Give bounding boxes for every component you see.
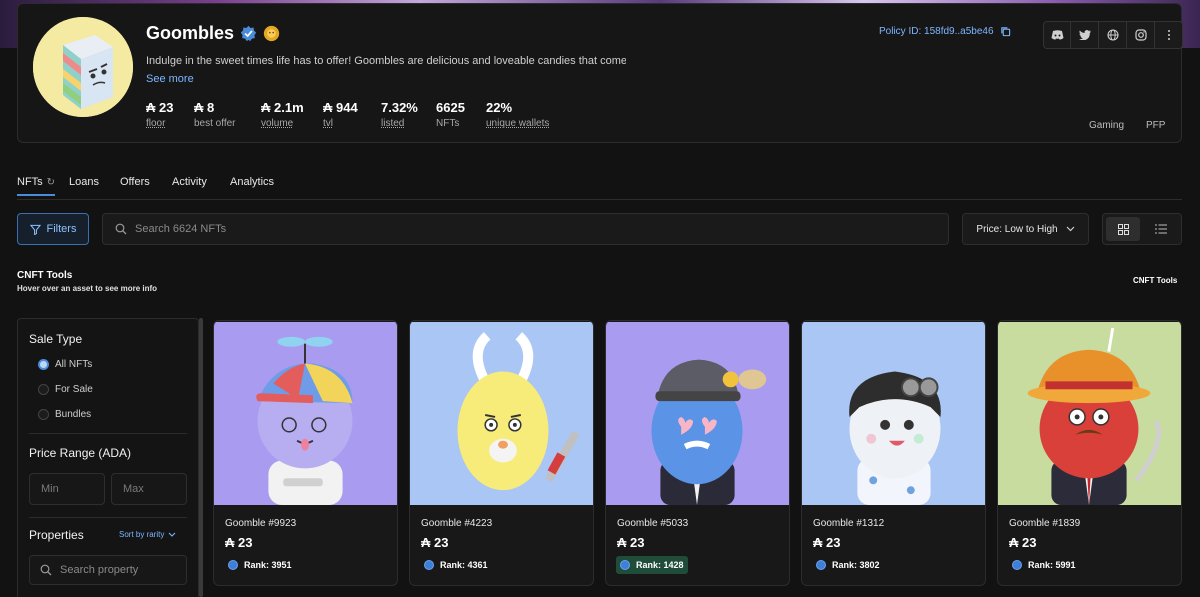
chevron-down-icon: [168, 532, 176, 537]
nft-name: Goomble #1839: [1009, 518, 1081, 529]
search-input[interactable]: [135, 223, 915, 235]
properties-title: Properties: [29, 528, 84, 542]
radio-dot: [38, 409, 49, 420]
stat-tvl: ₳ 944 tvl: [323, 100, 358, 129]
instagram-icon[interactable]: [1127, 21, 1155, 49]
rank-icon: [228, 560, 238, 570]
sort-dropdown[interactable]: Price: Low to High: [962, 213, 1089, 245]
see-more-link[interactable]: See more: [146, 73, 194, 85]
search-icon: [40, 564, 52, 576]
collection-header: Goombles Indulge in the sweet times life…: [17, 3, 1183, 143]
sort-by-rarity[interactable]: Sort by rarity: [119, 530, 176, 539]
nft-rank: Rank: 1428: [616, 556, 688, 574]
collection-name: Goombles: [146, 23, 235, 43]
divider: [29, 433, 187, 434]
cnft-tools-link[interactable]: CNFT Tools: [1133, 276, 1177, 285]
sale-type-title: Sale Type: [29, 332, 83, 346]
stat-nfts: 6625 NFTs: [436, 100, 465, 129]
more-icon[interactable]: [1155, 21, 1183, 49]
stat-floor: ₳ 23 floor: [146, 100, 174, 129]
stat-listed: 7.32% listed: [381, 100, 418, 129]
tab-loans[interactable]: Loans: [69, 176, 99, 188]
search-icon: [115, 223, 127, 235]
filter-icon: [29, 224, 41, 235]
nft-name: Goomble #1312: [813, 518, 885, 529]
nft-rank: Rank: 3951: [224, 556, 296, 574]
tab-nfts[interactable]: NFTs ↻: [17, 176, 56, 196]
cnft-tools-subtitle: Hover over an asset to see more info: [17, 284, 158, 293]
list-view-icon[interactable]: [1144, 217, 1178, 241]
nft-price: ₳ 23: [225, 535, 253, 550]
nft-name: Goomble #4223: [421, 518, 493, 529]
radio-bundles[interactable]: Bundles: [38, 409, 91, 420]
globe-icon[interactable]: [1099, 21, 1127, 49]
rank-icon: [1012, 560, 1022, 570]
nft-image: [802, 321, 985, 506]
nft-rank: Rank: 3802: [812, 556, 884, 574]
grid-view-icon[interactable]: [1106, 217, 1140, 241]
view-toggle: [1102, 213, 1182, 245]
rank-icon: [816, 560, 826, 570]
nft-rank: Rank: 4361: [420, 556, 492, 574]
price-range-title: Price Range (ADA): [29, 446, 132, 460]
cnft-tools-title: CNFT Tools: [17, 270, 73, 281]
collection-avatar: [33, 17, 133, 117]
nft-card[interactable]: Goomble #5033 ₳ 23 Rank: 1428: [605, 320, 790, 586]
nft-image: [214, 321, 397, 506]
collection-description: Indulge in the sweet times life has to o…: [146, 55, 626, 67]
tab-analytics[interactable]: Analytics: [230, 176, 274, 188]
radio-dot: [38, 359, 49, 370]
policy-id-text: Policy ID: 158fd9..a5be46: [879, 26, 994, 37]
nft-rank: Rank: 5991: [1008, 556, 1080, 574]
nft-search[interactable]: [102, 213, 949, 245]
nft-price: ₳ 23: [1009, 535, 1037, 550]
nft-name: Goomble #5033: [617, 518, 689, 529]
policy-id[interactable]: Policy ID: 158fd9..a5be46: [879, 26, 1011, 37]
nft-image: [998, 321, 1181, 506]
filter-sidebar: Sale Type All NFTs For Sale Bundles Pric…: [17, 318, 199, 597]
property-search[interactable]: Search property: [29, 555, 187, 585]
tag-gaming[interactable]: Gaming: [1089, 120, 1124, 131]
price-min-input[interactable]: Min: [29, 473, 105, 505]
tag-pfp[interactable]: PFP: [1146, 120, 1165, 131]
nft-price: ₳ 23: [421, 535, 449, 550]
sidebar-scrollbar[interactable]: [199, 318, 203, 597]
stat-best-offer: ₳ 8 best offer: [194, 100, 236, 129]
discord-icon[interactable]: [1043, 21, 1071, 49]
nft-card[interactable]: Goomble #1839 ₳ 23 Rank: 5991: [997, 320, 1182, 586]
radio-dot: [38, 384, 49, 395]
stat-volume: ₳ 2.1m volume: [261, 100, 304, 129]
divider: [29, 517, 187, 518]
rank-icon: [620, 560, 630, 570]
nft-card[interactable]: Goomble #9923 ₳ 23 Rank: 3951: [213, 320, 398, 586]
tab-bar: NFTs ↻ Loans Offers Activity Analytics: [17, 172, 1182, 200]
rank-icon: [424, 560, 434, 570]
nft-card[interactable]: Goomble #4223 ₳ 23 Rank: 4361: [409, 320, 594, 586]
nft-image: [410, 321, 593, 506]
collection-tags: Gaming PFP: [1089, 120, 1165, 131]
nft-price: ₳ 23: [617, 535, 645, 550]
filters-button[interactable]: Filters: [17, 213, 89, 245]
chevron-down-icon: [1066, 226, 1075, 232]
tab-offers[interactable]: Offers: [120, 176, 150, 188]
radio-all-nfts[interactable]: All NFTs: [38, 359, 92, 370]
radio-for-sale[interactable]: For Sale: [38, 384, 93, 395]
tab-activity[interactable]: Activity: [172, 176, 207, 188]
gold-badge-icon: [263, 25, 280, 42]
price-max-input[interactable]: Max: [111, 473, 187, 505]
social-links: [1043, 21, 1183, 49]
stat-unique-wallets: 22% unique wallets: [486, 100, 550, 129]
nft-name: Goomble #9923: [225, 518, 297, 529]
nft-card[interactable]: Goomble #1312 ₳ 23 Rank: 3802: [801, 320, 986, 586]
copy-icon[interactable]: [1000, 26, 1011, 37]
twitter-icon[interactable]: [1071, 21, 1099, 49]
verified-icon: [240, 25, 257, 42]
nft-image: [606, 321, 789, 506]
refresh-icon[interactable]: ↻: [47, 177, 55, 188]
collection-stats: ₳ 23 floor ₳ 8 best offer ₳ 2.1m volume …: [146, 100, 566, 129]
nft-price: ₳ 23: [813, 535, 841, 550]
